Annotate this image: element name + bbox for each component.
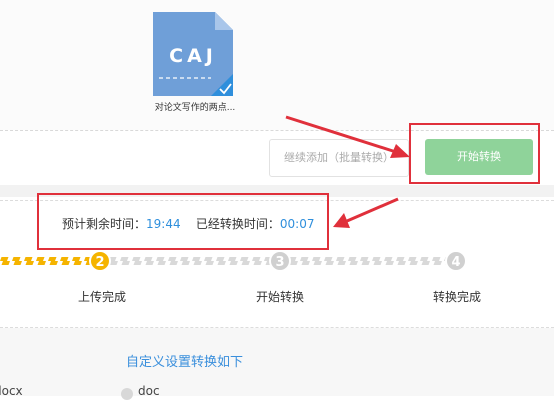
file-name: 对论文写作的两点... bbox=[154, 103, 236, 113]
progress-bar: 2 3 4 bbox=[0, 250, 467, 272]
file-upload-area bbox=[0, 0, 554, 130]
step-3-marker: 3 bbox=[269, 250, 291, 272]
settings-area bbox=[0, 328, 554, 396]
remaining-time-value: 19:44 bbox=[146, 217, 181, 231]
elapsed-time-label: 已经转换时间： bbox=[195, 217, 280, 231]
step-4-marker: 4 bbox=[445, 250, 467, 272]
remaining-time-label: 预计剩余时间： bbox=[62, 217, 147, 231]
arrow-to-time-box bbox=[333, 197, 399, 228]
time-info: 预计剩余时间：19:44 已经转换时间：00:07 bbox=[62, 215, 314, 232]
settings-title: 自定义设置转换如下 bbox=[126, 355, 244, 370]
step-3-number: 3 bbox=[275, 255, 284, 270]
step-4-number: 4 bbox=[451, 255, 460, 270]
progress-segment-done bbox=[0, 257, 100, 265]
annotation-box-start bbox=[409, 123, 540, 184]
step-label-conversion-complete: 转换完成 bbox=[432, 290, 481, 304]
elapsed-time-value: 00:07 bbox=[279, 217, 315, 231]
step-label-start-conversion: 开始转换 bbox=[255, 290, 304, 304]
add-more-button[interactable]: 继续添加（批量转换） bbox=[269, 139, 409, 177]
step-label-upload-complete: 上传完成 bbox=[77, 290, 126, 304]
step-2-marker: 2 bbox=[89, 250, 111, 272]
file-icon-text: CAJ bbox=[169, 45, 217, 67]
caj-file-icon[interactable]: CAJ bbox=[153, 12, 233, 96]
step-2-number: 2 bbox=[95, 255, 104, 270]
radio-doc[interactable] bbox=[121, 388, 133, 400]
